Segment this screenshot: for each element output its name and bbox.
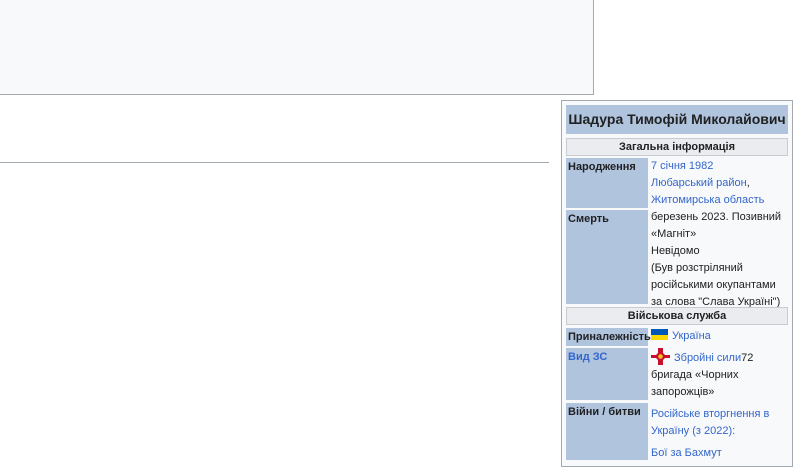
armed-forces-emblem-icon bbox=[651, 348, 670, 365]
war-link-line1[interactable]: Російське вторгнення в bbox=[651, 408, 769, 420]
birth-district-link[interactable]: Любарський район bbox=[651, 177, 747, 189]
armed-forces-link[interactable]: Збройні сили bbox=[674, 352, 741, 364]
branch-label-link[interactable]: Вид ЗС bbox=[566, 348, 648, 400]
death-line: російськими окупантами bbox=[651, 279, 776, 291]
allegiance-link[interactable]: Україна bbox=[672, 330, 711, 342]
content-panel-top bbox=[0, 0, 594, 95]
death-line: березень 2023. Позивний bbox=[651, 211, 782, 223]
infobox-section-general: Загальна інформація bbox=[566, 138, 788, 156]
wars-label: Війни / битви bbox=[566, 403, 648, 460]
branch-line: запорожців» bbox=[651, 386, 715, 398]
branch-suffix: 72 bbox=[741, 352, 754, 364]
death-label: Смерть bbox=[566, 210, 648, 304]
birth-label: Народження bbox=[566, 158, 648, 208]
war-link-line2[interactable]: Україну (з 2022): bbox=[651, 425, 735, 437]
allegiance-label: Приналежність bbox=[566, 328, 651, 346]
ukraine-flag-icon bbox=[651, 329, 668, 340]
birth-district-suffix: , bbox=[746, 177, 750, 189]
infobox-section-military: Військова служба bbox=[566, 307, 788, 325]
birth-region-link[interactable]: Житомирська область bbox=[651, 194, 764, 206]
section-divider bbox=[0, 162, 549, 163]
allegiance-value: Україна bbox=[650, 328, 788, 345]
death-value: березень 2023. Позивний «Магніт» Невідом… bbox=[650, 209, 788, 311]
wars-value: Російське вторгнення в Україну (з 2022):… bbox=[650, 406, 788, 462]
death-line: (Був розстріляний bbox=[651, 262, 743, 274]
infobox-title: Шадура Тимофій Миколайович bbox=[566, 105, 788, 134]
infobox: Шадура Тимофій Миколайович Загальна інфо… bbox=[561, 100, 793, 467]
death-line: Невідомо bbox=[651, 245, 700, 257]
death-line: «Магніт» bbox=[651, 228, 697, 240]
birth-value: 7 січня 1982 Любарський район, Житомирсь… bbox=[650, 158, 788, 209]
branch-value: Збройні сили72 бригада «Чорних запорожці… bbox=[650, 348, 788, 401]
battle-link[interactable]: Бої за Бахмут bbox=[651, 447, 722, 459]
branch-line: бригада «Чорних bbox=[651, 369, 739, 381]
birth-date-link[interactable]: 7 січня 1982 bbox=[651, 160, 713, 172]
